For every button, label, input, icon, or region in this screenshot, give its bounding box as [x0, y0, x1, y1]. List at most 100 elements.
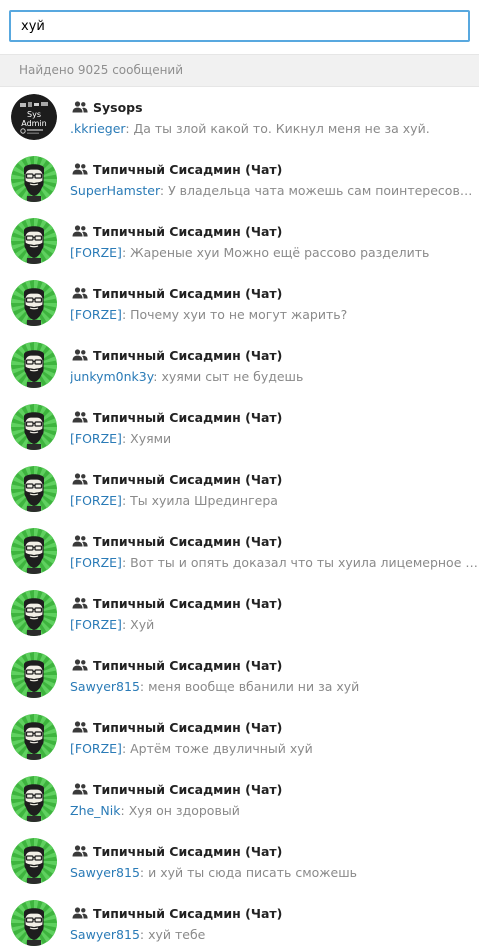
chat-avatar[interactable]	[11, 342, 57, 388]
author-separator: :	[139, 865, 149, 880]
author-separator: :	[121, 307, 131, 322]
chat-avatar[interactable]	[11, 776, 57, 822]
chat-avatar[interactable]	[11, 404, 57, 450]
bearded-admin-face-icon	[11, 466, 57, 512]
message-preview: Zhe_Nik: Хуя он здоровый	[70, 803, 479, 818]
message-text: хуй тебе	[148, 927, 206, 942]
search-result-item[interactable]: Типичный Сисадмин (Чат) junkym0nk3y: хуя…	[0, 335, 479, 397]
chat-title: Типичный Сисадмин (Чат)	[93, 285, 283, 301]
search-result-item[interactable]: Типичный Сисадмин (Чат) [FORZE]: Почему …	[0, 273, 479, 335]
message-text: Да ты злой какой то. Кикнул меня не за х…	[133, 121, 430, 136]
author-separator: :	[121, 741, 131, 756]
message-preview: [FORZE]: Хуями	[70, 431, 479, 446]
chat-title: Типичный Сисадмин (Чат)	[93, 719, 283, 735]
bearded-admin-face-icon	[11, 280, 57, 326]
message-author: [FORZE]	[70, 555, 122, 570]
search-result-item[interactable]: Типичный Сисадмин (Чат) Sawyer815: меня …	[0, 645, 479, 707]
search-bar	[0, 0, 479, 54]
author-separator: :	[159, 183, 169, 198]
message-text: Почему хуи то не могут жарить?	[130, 307, 348, 322]
author-separator: :	[121, 431, 131, 446]
chat-title: Типичный Сисадмин (Чат)	[93, 657, 283, 673]
message-text: Артём тоже двуличный хуй	[130, 741, 313, 756]
search-result-item[interactable]: Типичный Сисадмин (Чат) SuperHamster: У …	[0, 149, 479, 211]
bearded-admin-face-icon	[11, 776, 57, 822]
chat-avatar[interactable]	[11, 466, 57, 512]
group-chat-icon	[72, 535, 88, 547]
message-preview: Sawyer815: меня вообще вбанили ни за хуй	[70, 679, 479, 694]
message-preview: [FORZE]: Артём тоже двуличный хуй	[70, 741, 479, 756]
bearded-admin-face-icon	[11, 156, 57, 202]
author-separator: :	[121, 245, 131, 260]
message-text: и хуй ты сюда писать сможешь	[148, 865, 358, 880]
chat-line: Типичный Сисадмин (Чат)	[72, 222, 475, 240]
message-preview: [FORZE]: Ты хуила Шредингера	[70, 493, 479, 508]
message-author: [FORZE]	[70, 245, 122, 260]
chat-title: Типичный Сисадмин (Чат)	[93, 471, 283, 487]
chat-avatar[interactable]: Sys Admin	[11, 94, 57, 140]
message-preview: [FORZE]: Вот ты и опять доказал что ты х…	[70, 555, 479, 570]
message-preview: Sawyer815: и хуй ты сюда писать сможешь	[70, 865, 479, 880]
message-author: .kkrieger	[70, 121, 126, 136]
message-text: Жареные хуи Можно ещё рассово разделить	[130, 245, 430, 260]
bearded-admin-face-icon	[11, 590, 57, 636]
bearded-admin-face-icon	[11, 900, 57, 946]
group-chat-icon	[72, 225, 88, 237]
message-text: Вот ты и опять доказал что ты хуила лице…	[130, 555, 479, 570]
search-result-item[interactable]: Типичный Сисадмин (Чат) [FORZE]: Хуями	[0, 397, 479, 459]
chat-title: Типичный Сисадмин (Чат)	[93, 347, 283, 363]
author-separator: :	[121, 493, 131, 508]
chat-avatar[interactable]	[11, 590, 57, 636]
search-result-item[interactable]: Типичный Сисадмин (Чат) Sawyer815: и хуй…	[0, 831, 479, 893]
search-result-item[interactable]: Sys Admin Sysops .kkrieger: Да ты злой к…	[0, 87, 479, 149]
message-author: [FORZE]	[70, 741, 122, 756]
search-result-item[interactable]: Типичный Сисадмин (Чат) [FORZE]: Жареные…	[0, 211, 479, 273]
message-preview: .kkrieger: Да ты злой какой то. Кикнул м…	[70, 121, 479, 136]
chat-avatar[interactable]	[11, 900, 57, 946]
group-chat-icon	[72, 349, 88, 361]
chat-line: Типичный Сисадмин (Чат)	[72, 780, 475, 798]
group-chat-icon	[72, 783, 88, 795]
result-list: Sys Admin Sysops .kkrieger: Да ты злой к…	[0, 87, 479, 948]
chat-line: Типичный Сисадмин (Чат)	[72, 284, 475, 302]
chat-avatar[interactable]	[11, 528, 57, 574]
search-result-item[interactable]: Типичный Сисадмин (Чат) [FORZE]: Вот ты …	[0, 521, 479, 583]
search-result-item[interactable]: Типичный Сисадмин (Чат) [FORZE]: Ты хуил…	[0, 459, 479, 521]
search-result-item[interactable]: Типичный Сисадмин (Чат) [FORZE]: Хуй	[0, 583, 479, 645]
sysadmin-logo-icon: Sys Admin	[11, 94, 57, 140]
message-text: Хуями	[130, 431, 172, 446]
message-preview: SuperHamster: У владельца чата можешь са…	[70, 183, 479, 198]
message-preview: junkym0nk3y: хуями сыт не будешь	[70, 369, 479, 384]
bearded-admin-face-icon	[11, 218, 57, 264]
group-chat-icon	[72, 845, 88, 857]
search-input[interactable]	[9, 10, 470, 42]
message-text: Ты хуила Шредингера	[130, 493, 278, 508]
author-separator: :	[125, 121, 134, 136]
chat-title: Типичный Сисадмин (Чат)	[93, 595, 283, 611]
message-author: SuperHamster	[70, 183, 160, 198]
message-preview: [FORZE]: Хуй	[70, 617, 479, 632]
chat-avatar[interactable]	[11, 714, 57, 760]
bearded-admin-face-icon	[11, 528, 57, 574]
chat-avatar[interactable]	[11, 280, 57, 326]
chat-title: Sysops	[93, 99, 143, 115]
chat-line: Sysops	[72, 98, 475, 116]
chat-title: Типичный Сисадмин (Чат)	[93, 161, 283, 177]
chat-avatar[interactable]	[11, 652, 57, 698]
chat-avatar[interactable]	[11, 218, 57, 264]
bearded-admin-face-icon	[11, 342, 57, 388]
search-result-item[interactable]: Типичный Сисадмин (Чат) [FORZE]: Артём т…	[0, 707, 479, 769]
message-author: [FORZE]	[70, 307, 122, 322]
bearded-admin-face-icon	[11, 404, 57, 450]
chat-avatar[interactable]	[11, 838, 57, 884]
chat-title: Типичный Сисадмин (Чат)	[93, 905, 283, 921]
author-separator: :	[121, 617, 131, 632]
chat-title: Типичный Сисадмин (Чат)	[93, 781, 283, 797]
search-result-item[interactable]: Типичный Сисадмин (Чат) Zhe_Nik: Хуя он …	[0, 769, 479, 831]
bearded-admin-face-icon	[11, 838, 57, 884]
message-preview: Sawyer815: хуй тебе	[70, 927, 479, 942]
search-result-item[interactable]: Типичный Сисадмин (Чат) Sawyer815: хуй т…	[0, 893, 479, 948]
chat-line: Типичный Сисадмин (Чат)	[72, 594, 475, 612]
message-text: Хуя он здоровый	[128, 803, 240, 818]
chat-avatar[interactable]	[11, 156, 57, 202]
